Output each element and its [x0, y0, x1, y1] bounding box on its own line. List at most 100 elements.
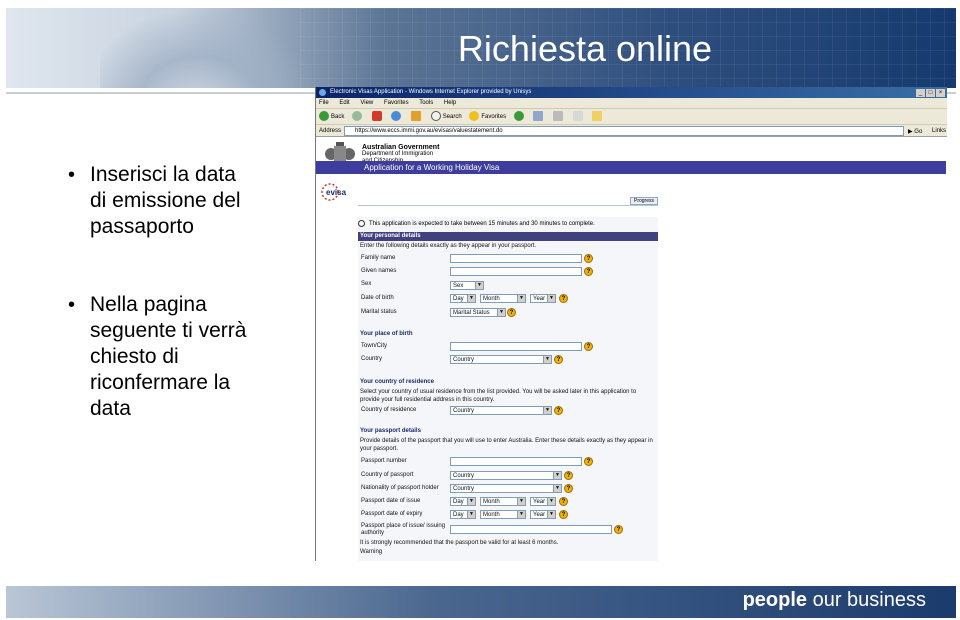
birth-country-select[interactable]: Country ▼	[450, 355, 552, 364]
dob-month-value: Month	[483, 296, 500, 302]
stop-button[interactable]	[371, 109, 384, 125]
dob-day-select[interactable]: Day ▼	[450, 294, 476, 303]
maximize-icon[interactable]: □	[926, 89, 935, 97]
menu-edit[interactable]: Edit	[339, 100, 349, 106]
gov-line2: Department of Immigration	[362, 151, 434, 157]
town-city-label: Town/City	[361, 343, 388, 349]
favorites-button[interactable]: Favorites	[469, 109, 506, 125]
address-bar: Address https://www.eccs.immi.gov.au/evi…	[316, 125, 947, 137]
expiry-year-select[interactable]: Year ▼	[530, 510, 556, 519]
app-title: Application for a Working Holiday Visa	[364, 163, 500, 172]
help-icon[interactable]: ?	[584, 254, 593, 263]
nationality-select[interactable]: Country ▼	[450, 484, 562, 493]
minimize-icon[interactable]: _	[916, 89, 925, 97]
residence-country-label: Country of residence	[361, 407, 417, 413]
help-icon[interactable]: ?	[554, 406, 563, 415]
bullet-text: Inserisci la data di emissione del passa…	[90, 163, 241, 238]
help-icon[interactable]: ?	[564, 484, 573, 493]
help-icon[interactable]: ?	[554, 355, 563, 364]
mail-button[interactable]	[533, 109, 545, 125]
passport-note: Provide details of the passport that you…	[360, 438, 653, 452]
help-icon[interactable]: ?	[584, 457, 593, 466]
close-icon[interactable]: ×	[936, 89, 945, 97]
mail-icon	[533, 111, 544, 122]
menu-favorites[interactable]: Favorites	[384, 100, 409, 106]
passport-country-select[interactable]: Country ▼	[450, 471, 562, 480]
issue-year-select[interactable]: Year ▼	[530, 497, 556, 506]
town-city-field[interactable]	[450, 342, 582, 351]
help-icon[interactable]: ?	[584, 342, 593, 351]
help-icon[interactable]: ?	[614, 525, 623, 534]
progress-button[interactable]: Progress	[630, 197, 658, 205]
marital-status-label: Marital status	[361, 309, 397, 315]
passport-number-label: Passport number	[361, 458, 407, 464]
star-icon	[469, 111, 480, 122]
section-passport-details: Your passport details	[360, 428, 421, 434]
chevron-down-icon: ▼	[543, 407, 551, 414]
help-icon[interactable]: ?	[564, 471, 573, 480]
chevron-down-icon: ▼	[553, 485, 561, 492]
chevron-down-icon: ▼	[467, 295, 475, 302]
issue-month-value: Month	[483, 499, 500, 505]
issue-day-select[interactable]: Day ▼	[450, 497, 476, 506]
issue-month-select[interactable]: Month ▼	[480, 497, 526, 506]
passport-country-value: Country	[453, 473, 475, 479]
bullet-dot: •	[68, 164, 76, 186]
given-names-field[interactable]	[450, 267, 582, 276]
evisa-logo: evisa	[321, 183, 347, 201]
sex-select[interactable]: Sex ▼	[450, 281, 484, 290]
nationality-label: Nationality of passport holder	[361, 485, 439, 491]
links-label[interactable]: Links	[932, 125, 946, 137]
menu-view[interactable]: View	[360, 100, 373, 106]
expiry-date-label: Passport date of expiry	[361, 511, 423, 517]
history-button[interactable]	[513, 109, 526, 125]
menu-help[interactable]: Help	[444, 100, 456, 106]
help-icon[interactable]: ?	[507, 308, 516, 317]
expiry-month-value: Month	[483, 512, 500, 518]
bullet-text: Nella pagina seguente ti verrà chiesto d…	[90, 293, 247, 420]
app-title-bar: Application for a Working Holiday Visa	[316, 161, 946, 174]
place-of-issue-field[interactable]	[450, 525, 612, 534]
edit-button[interactable]	[572, 109, 585, 125]
passport-number-field[interactable]	[450, 457, 582, 466]
dob-month-select[interactable]: Month ▼	[480, 294, 526, 303]
back-button[interactable]: Back	[319, 109, 344, 125]
section-personal-details: Your personal details	[358, 232, 658, 241]
menu-bar: File Edit View Favorites Tools Help	[316, 98, 947, 109]
dob-year-select[interactable]: Year ▼	[530, 294, 556, 303]
marital-status-select[interactable]: Marital Status ▼	[450, 308, 506, 317]
print-button[interactable]	[553, 109, 565, 125]
folder-button[interactable]	[592, 109, 604, 125]
address-input[interactable]: https://www.eccs.immi.gov.au/evisas/valu…	[344, 126, 904, 136]
family-name-field[interactable]	[450, 254, 582, 263]
expiry-day-select[interactable]: Day ▼	[450, 510, 476, 519]
menu-file[interactable]: File	[319, 100, 329, 106]
history-icon	[513, 111, 524, 122]
forward-button[interactable]	[352, 109, 364, 125]
edit-icon	[572, 111, 583, 122]
personal-note: Enter the following details exactly as t…	[360, 243, 537, 249]
browser-window: Electronic Visas Application - Windows I…	[315, 87, 947, 561]
expiry-month-select[interactable]: Month ▼	[480, 510, 526, 519]
residence-country-value: Country	[453, 408, 475, 414]
forward-icon	[352, 111, 363, 122]
refresh-button[interactable]	[391, 109, 403, 125]
help-icon[interactable]: ?	[584, 267, 593, 276]
help-icon[interactable]: ?	[559, 497, 568, 506]
menu-tools[interactable]: Tools	[419, 100, 433, 106]
home-button[interactable]	[411, 109, 423, 125]
browser-toolbar: Back Search Favorites	[316, 109, 947, 125]
home-icon	[411, 111, 422, 122]
expiry-day-value: Day	[453, 512, 464, 518]
gov-line1: Australian Government	[362, 144, 440, 151]
help-icon[interactable]: ?	[559, 294, 568, 303]
chevron-down-icon: ▼	[547, 511, 555, 518]
page-content: Australian Government Department of Immi…	[316, 137, 947, 561]
chevron-down-icon: ▼	[553, 472, 561, 479]
residence-country-select[interactable]: Country ▼	[450, 406, 552, 415]
search-button[interactable]: Search	[430, 109, 462, 125]
search-label: Search	[442, 114, 462, 120]
sex-select-value: Sex	[453, 283, 464, 289]
help-icon[interactable]: ?	[559, 510, 568, 519]
folder-icon	[592, 111, 603, 122]
